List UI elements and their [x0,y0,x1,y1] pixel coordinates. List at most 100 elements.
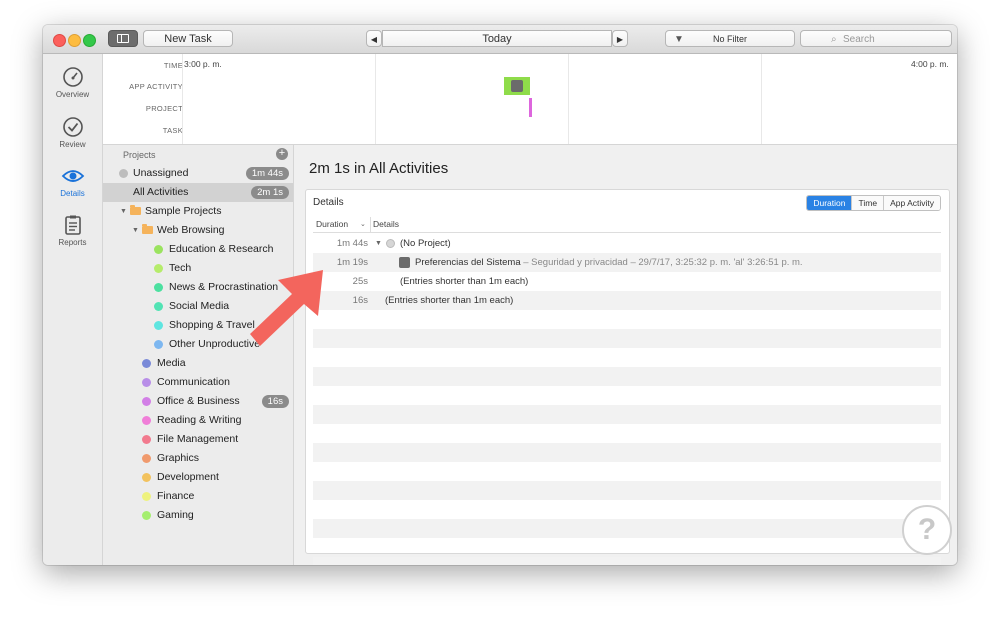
segment-app-activity[interactable]: App Activity [883,196,940,210]
timeline[interactable]: TIME APP ACTIVITY PROJECT TASK 3:00 p. m… [103,54,957,145]
project-item-communication[interactable]: Communication [103,373,293,392]
row-app-name: Preferencias del Sistema [415,257,521,268]
table-header: Duration ⌄ Details [313,217,941,233]
panel-title: Details [313,197,344,208]
sort-chevron-icon[interactable]: ⌄ [360,217,366,232]
project-color-dot [142,435,151,444]
timeline-end-time: 4:00 p. m. [911,59,949,69]
nav-review-label: Review [59,140,86,149]
app-activity-block[interactable] [504,77,530,95]
table-row[interactable]: 25s (Entries shorter than 1m each) [313,272,941,291]
project-label: Office & Business [157,395,240,407]
empty-row [313,405,941,424]
app-window: New Task ◀ Today ▶ ▼ No Filter ⌕ Search … [43,25,957,565]
table-row[interactable]: 1m 44s ▼ (No Project) [313,234,941,253]
project-item-media[interactable]: Media [103,354,293,373]
close-window-button[interactable] [53,34,66,47]
project-label: Gaming [157,509,194,521]
project-item-sample-projects[interactable]: ▼ Sample Projects [103,202,293,221]
project-item-reading-writing[interactable]: Reading & Writing [103,411,293,430]
details-table: 1m 44s ▼ (No Project) 1m 19s Preferencia… [313,234,941,565]
project-item-web-browsing[interactable]: ▼ Web Browsing [103,221,293,240]
empty-row [313,481,941,500]
nav-reports-label: Reports [58,238,87,247]
search-input[interactable]: ⌕ Search [800,30,952,47]
project-item-gaming[interactable]: Gaming [103,506,293,525]
project-label: Finance [157,490,195,502]
row-duration: 1m 44s [336,238,368,249]
table-row[interactable]: 1m 19s Preferencias del Sistema – Seguri… [313,253,941,272]
system-preferences-icon [511,80,523,92]
disclosure-triangle-icon[interactable]: ▼ [120,202,127,221]
project-color-dot [154,321,163,330]
project-item-education-research[interactable]: Education & Research [103,240,293,259]
minimize-window-button[interactable] [68,34,81,47]
project-label: Graphics [157,452,200,464]
clipboard-icon [64,215,81,235]
project-color-dot [142,473,151,482]
project-item-all-activities[interactable]: All Activities 2m 1s [103,183,293,202]
table-row[interactable]: 16s (Entries shorter than 1m each) [313,291,941,310]
task-activity-bar[interactable] [529,98,532,117]
project-color-dot [386,239,395,248]
empty-row [313,519,941,538]
projects-sidebar: Projects + Unassigned 1m 44s All Activit… [103,145,294,565]
project-label: Tech [169,262,192,274]
sidebar-icon [117,34,129,43]
nav-overview-label: Overview [55,90,90,99]
date-selector[interactable]: Today [382,30,612,47]
segment-time[interactable]: Time [851,196,884,210]
duration-badge: 2m 1s [251,186,289,199]
details-view: 2m 1s in All Activities Details Duration… [294,145,957,565]
project-label: Media [157,357,186,369]
nav-details[interactable]: Details [43,165,102,198]
checkmark-icon [62,117,83,137]
nav-details-label: Details [60,189,85,198]
project-color-dot [142,416,151,425]
project-label: Sample Projects [145,205,222,217]
system-preferences-icon [399,257,410,268]
disclosure-triangle-icon[interactable]: ▼ [375,234,382,253]
empty-row [313,462,941,481]
project-color-dot [154,283,163,292]
column-header-duration[interactable]: Duration [316,217,348,232]
previous-day-button[interactable]: ◀ [366,30,382,47]
nav-reports[interactable]: Reports [43,214,102,247]
project-label: File Management [157,433,239,445]
disclosure-triangle-icon[interactable]: ▼ [132,221,139,240]
empty-row [313,367,941,386]
column-divider [370,217,371,232]
next-day-button[interactable]: ▶ [612,30,628,47]
project-item-finance[interactable]: Finance [103,487,293,506]
project-item-office-business[interactable]: Office & Business 16s [103,392,293,411]
filter-dropdown[interactable]: ▼ No Filter [665,30,795,47]
empty-row [313,424,941,443]
row-details: (Entries shorter than 1m each) [400,276,529,287]
timeline-label-task: TASK [162,126,183,135]
empty-row [313,329,941,348]
row-details: (No Project) [400,238,451,249]
duration-badge: 16s [261,395,289,408]
segment-duration[interactable]: Duration [807,196,852,210]
timeline-label-app-activity: APP ACTIVITY [129,82,183,91]
empty-row [313,443,941,462]
project-color-dot [142,511,151,520]
project-item-development[interactable]: Development [103,468,293,487]
project-item-graphics[interactable]: Graphics [103,449,293,468]
project-item-unassigned[interactable]: Unassigned 1m 44s [103,164,293,183]
column-header-details[interactable]: Details [373,217,399,232]
project-label: Reading & Writing [157,414,242,426]
annotation-arrow [250,270,323,346]
zoom-window-button[interactable] [83,34,96,47]
empty-row [313,500,941,519]
filter-icon: ▼ [674,34,684,45]
new-task-button[interactable]: New Task [143,30,233,47]
project-item-file-management[interactable]: File Management [103,430,293,449]
nav-overview[interactable]: Overview [43,66,102,99]
timeline-gridline [761,54,762,144]
nav-review[interactable]: Review [43,116,102,149]
add-project-icon[interactable]: + [276,148,288,160]
eye-icon [61,170,84,182]
project-color-dot [142,397,151,406]
sidebar-toggle-button[interactable] [108,30,138,47]
